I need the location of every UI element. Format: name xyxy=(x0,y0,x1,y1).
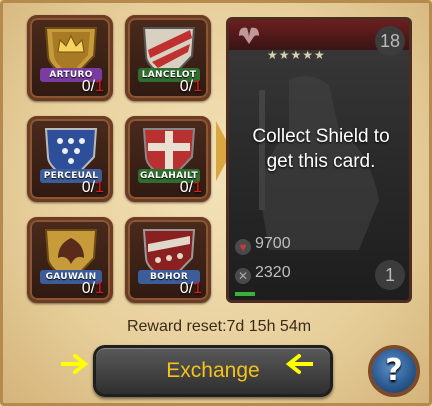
shield-count: 0/1 xyxy=(179,179,202,196)
shield-count: 0/1 xyxy=(81,280,104,297)
ram-emblem-icon xyxy=(239,27,259,44)
exchange-panel: ARTURO 0/1 LANCELOT 0/1 PERCEUAL 0/1 GAL… xyxy=(0,0,432,406)
pointer-arrow-left-icon xyxy=(285,354,313,374)
shield-slot-bohor[interactable]: BOHOR 0/1 xyxy=(125,217,211,303)
shield-slot-lancelot[interactable]: LANCELOT 0/1 xyxy=(125,15,211,101)
crossed-swords-icon: ✕ xyxy=(235,268,251,284)
shield-count: 0/1 xyxy=(179,78,202,95)
shield-count: 0/1 xyxy=(81,179,104,196)
shield-slot-galahailt[interactable]: GALAHAILT 0/1 xyxy=(125,116,211,202)
shield-slot-perceual[interactable]: PERCEUAL 0/1 xyxy=(27,116,113,202)
shield-count: 0/1 xyxy=(81,78,104,95)
reward-card[interactable]: ★★★★★ 18 Collect Shield to get this card… xyxy=(226,17,412,303)
shield-slot-arturo[interactable]: ARTURO 0/1 xyxy=(27,15,113,101)
defense-stat: ✕ 2320 xyxy=(235,264,291,284)
shield-slot-gauwain[interactable]: GAUWAIN 0/1 xyxy=(27,217,113,303)
card-cost-badge: 1 xyxy=(375,260,405,290)
attack-stat: ♥ 9700 xyxy=(235,235,291,255)
progress-bar xyxy=(235,292,255,296)
card-level-badge: 18 xyxy=(375,26,405,56)
heart-icon: ♥ xyxy=(235,239,251,255)
shield-grid: ARTURO 0/1 LANCELOT 0/1 PERCEUAL 0/1 GAL… xyxy=(27,15,213,303)
shield-count: 0/1 xyxy=(179,280,202,297)
pointer-arrow-right-icon xyxy=(61,354,89,374)
collect-message: Collect Shield to get this card. xyxy=(252,126,390,172)
help-button[interactable]: ? xyxy=(368,345,420,397)
reward-reset-timer: Reward reset:7d 15h 54m xyxy=(126,318,312,335)
